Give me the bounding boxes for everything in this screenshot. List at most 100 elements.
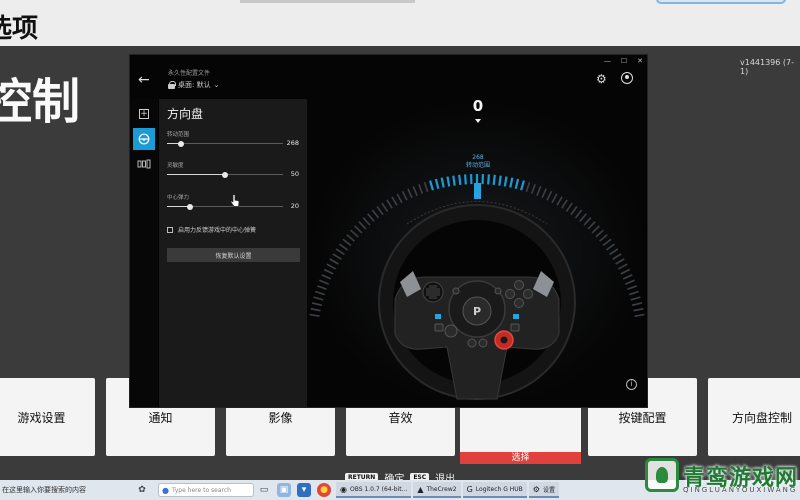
range-tick	[612, 253, 622, 260]
slider-knob[interactable]	[177, 140, 184, 147]
obs-icon: ◉	[340, 484, 347, 494]
range-tick	[551, 193, 558, 204]
range-tick	[587, 221, 596, 230]
slider-fill	[167, 174, 225, 175]
options-button	[494, 287, 502, 295]
chrome-icon[interactable]: ●	[317, 483, 331, 497]
range-tick-active	[487, 174, 490, 185]
panel-title: 方向盘	[167, 107, 204, 121]
range-tick	[342, 238, 352, 247]
photos-icon[interactable]: ▣	[277, 483, 291, 497]
wheel-preview: P 0 268 转动范围 i	[307, 97, 647, 407]
range-tick	[609, 248, 619, 256]
thecrew-icon: ▲	[417, 484, 424, 494]
range-tick	[326, 263, 337, 270]
game-section-title: 控制	[0, 74, 81, 130]
right-lower-button	[510, 323, 520, 332]
chevron-down-icon: ⌄	[213, 81, 220, 89]
taskbar-search-input[interactable]: ● Type here to search	[158, 483, 254, 497]
range-tick	[570, 206, 578, 216]
top-pill	[656, 0, 786, 4]
menu-label: 音效	[388, 410, 413, 425]
range-tick	[628, 290, 639, 296]
menu-game-settings[interactable]: 游戏设置	[0, 378, 95, 456]
sensitivity-slider[interactable]: 灵敏度 50	[167, 161, 299, 178]
mouse-cursor-icon	[230, 194, 240, 207]
reset-defaults-button[interactable]: 恢复默认设置	[167, 248, 300, 262]
gear-icon[interactable]: ⚙	[596, 72, 607, 86]
range-tick	[617, 263, 628, 270]
range-tick	[310, 307, 321, 312]
slider-track[interactable]	[167, 203, 283, 210]
range-tick	[332, 253, 342, 260]
range-tick	[346, 234, 355, 242]
range-tick	[367, 213, 375, 222]
range-tick-active	[520, 180, 525, 191]
range-tick	[381, 202, 389, 212]
add-assignment-button[interactable]: +	[133, 103, 155, 125]
range-display: 0	[472, 97, 484, 115]
slider-label: 灵敏度	[167, 163, 184, 169]
range-tick	[602, 238, 612, 247]
taskbar-search-hint[interactable]: 在这里输入你要搜索的内容	[0, 485, 132, 495]
taskbar-app-thecrew[interactable]: ▲ TheCrew2	[413, 482, 461, 498]
ghub-header: ← 永久性配置文件 桌面: 默认 ⌄ — ☐ ✕ ⚙	[130, 55, 647, 99]
range-label: 转动范围	[465, 162, 490, 169]
info-icon[interactable]: i	[626, 379, 637, 390]
pedals-button[interactable]	[133, 153, 155, 175]
slider-knob[interactable]	[222, 171, 228, 178]
range-tick	[525, 182, 531, 193]
slider-track[interactable]	[167, 171, 283, 178]
range-tick-active	[514, 178, 520, 190]
slider-track[interactable]	[167, 140, 283, 147]
wheel-settings-button[interactable]	[133, 128, 155, 150]
app-label: 设置	[542, 486, 555, 494]
range-tick	[565, 202, 573, 212]
slider-value: 268	[286, 139, 299, 147]
centering-spring-option[interactable]: 启用力反馈游戏中的中心弹簧	[167, 225, 256, 234]
rotation-range-slider[interactable]: 转动范围 268	[167, 130, 299, 147]
taskbar-app-obs[interactable]: ◉ OBS 1.0.7 (64-bit...	[336, 482, 412, 498]
range-tick-active	[503, 176, 508, 187]
menu-wheel-controls[interactable]: 方向盘控制	[708, 378, 800, 456]
range-tick	[579, 213, 587, 222]
search-placeholder: Type here to search	[171, 486, 231, 494]
range-tick	[350, 229, 359, 238]
profile-selector[interactable]: 桌面: 默认 ⌄	[168, 80, 219, 90]
task-view-icon[interactable]: ▭	[257, 483, 271, 497]
centering-spring-checkbox[interactable]	[167, 226, 173, 233]
range-tick	[391, 196, 398, 206]
minus-button	[478, 338, 488, 348]
cross-button	[514, 298, 524, 308]
wheel-settings-panel: 方向盘 转动范围 268 灵敏度 50 中心弹力 20 启用力反馈游戏中的中心弹…	[159, 99, 307, 407]
range-tick	[396, 193, 403, 204]
close-button[interactable]: ✕	[637, 57, 643, 65]
range-tick	[423, 182, 429, 193]
bird-logo-icon	[645, 458, 679, 492]
range-tick	[354, 225, 363, 234]
menu-label: 影像	[268, 410, 293, 425]
share-button	[452, 287, 460, 295]
app-icon[interactable]: ✿	[135, 483, 149, 497]
menu-label: 游戏设置	[17, 410, 66, 425]
range-tick	[412, 186, 418, 197]
range-tick-active	[464, 174, 467, 185]
maximize-button[interactable]: ☐	[621, 57, 627, 65]
range-tick-active	[458, 174, 462, 186]
range-tick	[317, 285, 327, 291]
minimize-button[interactable]: —	[604, 57, 611, 65]
slider-knob[interactable]	[187, 203, 194, 210]
app-label: Logitech G HUB	[475, 485, 523, 493]
taskbar-app-settings[interactable]: ⚙ 设置	[528, 482, 559, 498]
user-icon[interactable]	[621, 72, 633, 84]
range-tick-active	[498, 175, 502, 186]
pedals-icon	[137, 159, 151, 169]
slider-value: 50	[290, 170, 299, 178]
range-tick	[362, 217, 371, 226]
back-arrow-icon[interactable]: ←	[138, 72, 150, 88]
range-tick	[407, 188, 413, 199]
range-tick	[620, 268, 631, 275]
taskbar-app-ghub[interactable]: G Logitech G HUB	[462, 482, 527, 498]
store-icon[interactable]: ▾	[297, 483, 311, 497]
site-watermark: 青鸾游戏网 QINGLUANYOUXIWANG	[645, 458, 800, 498]
